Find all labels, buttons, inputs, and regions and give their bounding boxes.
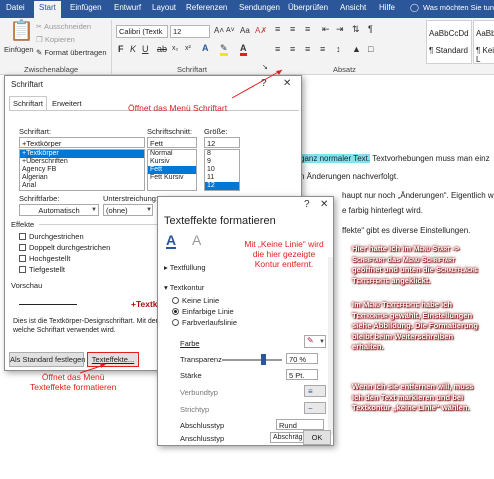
text: Öffnet das Menü [41, 372, 105, 382]
annotation-open-effects-menu: Öffnet das Menü Texteffekte formatieren [30, 372, 116, 392]
outline-section-header[interactable]: ▾ Textkontur [164, 283, 204, 292]
gradient-line-radio[interactable] [172, 319, 179, 326]
scrollbar[interactable] [328, 257, 333, 435]
radio-label: Keine Linie [182, 296, 220, 305]
transparency-input[interactable]: 70 % [286, 353, 318, 364]
transparency-slider-track[interactable] [222, 359, 282, 361]
transparency-label: Transparenz [180, 355, 222, 364]
ok-button[interactable]: OK [303, 430, 331, 445]
dash-type-label: Strichtyp [180, 405, 210, 414]
pen-icon: ✎ [307, 336, 314, 345]
arrow-to-launcher [231, 69, 283, 99]
text-effects-dialog: ? ✕ Texteffekte formatieren A A Mit „Kei… [157, 196, 334, 446]
text: die hier gezeigte [252, 249, 316, 259]
dash-icon: − [308, 404, 313, 413]
color-label: Farbe [180, 339, 200, 348]
text-effects-title: Texteffekte formatieren [164, 215, 276, 227]
cap-type-label: Abschlusstyp [180, 421, 225, 430]
lines-icon: ≡ [308, 387, 313, 396]
dash-type-select[interactable]: − [304, 402, 326, 414]
fill-section-header[interactable]: ▸ Textfüllung [164, 263, 206, 272]
cap-type-select[interactable]: Rund [276, 419, 324, 430]
text-fill-outline-icon[interactable]: A [166, 233, 177, 249]
annotation-no-line: Mit „Keine Linie“ wird die hier gezeigte… [236, 239, 332, 269]
no-line-radio[interactable] [172, 297, 179, 304]
radio-label: Farbverlaufslinie [182, 318, 238, 327]
text: Kontur entfernt. [254, 259, 314, 269]
width-label: Stärke [180, 371, 202, 380]
arrow-head [100, 363, 106, 368]
transparency-slider-thumb[interactable] [261, 354, 266, 365]
section-label: Textkontur [169, 283, 205, 292]
radio-label: Einfarbige Linie [182, 307, 234, 316]
text: Texteffekte formatieren [30, 382, 117, 392]
text-effects-icon[interactable]: A [192, 233, 201, 247]
help-icon[interactable]: ? [304, 199, 310, 210]
width-input[interactable]: 5 Pt. [286, 369, 318, 380]
chevron-down-icon: ▼ [319, 339, 325, 345]
section-label: Textfüllung [169, 263, 206, 272]
solid-line-radio[interactable] [172, 308, 179, 315]
close-icon[interactable]: ✕ [320, 199, 328, 210]
compound-type-label: Verbundtyp [180, 388, 218, 397]
compound-type-select[interactable]: ≡ [304, 385, 326, 397]
outline-color-picker[interactable]: ✎ ▼ [304, 335, 326, 348]
join-type-label: Anschlusstyp [180, 434, 225, 443]
text: Mit „Keine Linie“ wird [244, 239, 324, 249]
